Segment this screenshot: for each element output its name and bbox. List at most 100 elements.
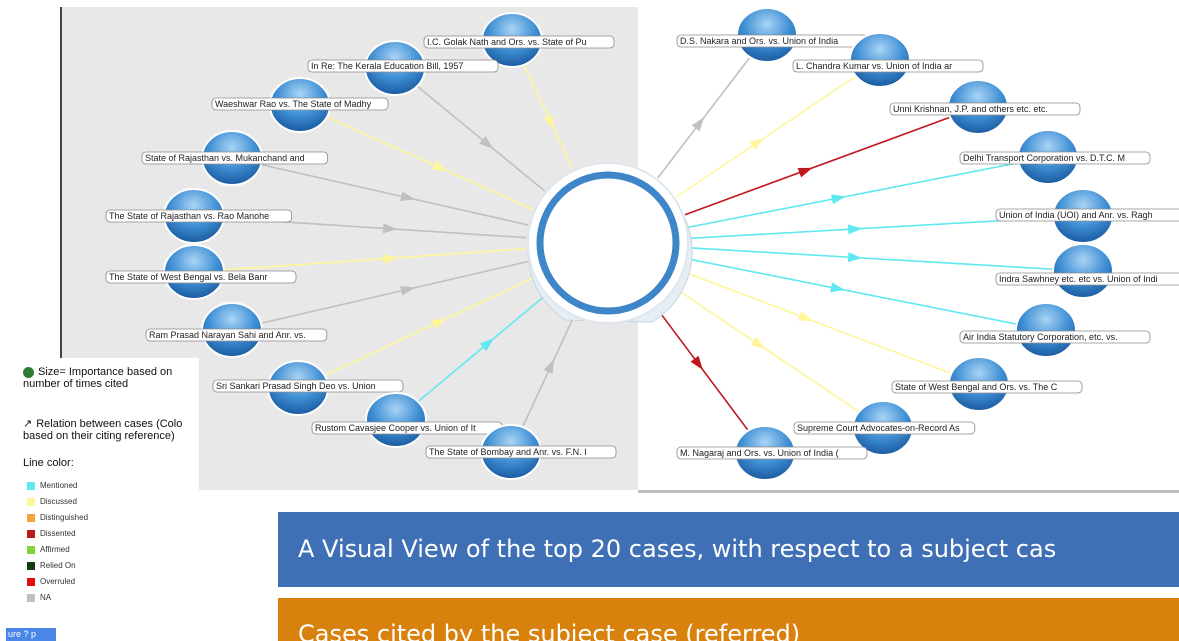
arrowhead-icon	[749, 138, 765, 151]
arrowhead-icon	[750, 336, 766, 349]
citing-edge[interactable]	[675, 74, 858, 198]
arrowhead-icon	[691, 117, 705, 132]
cited-edge[interactable]	[522, 317, 575, 427]
cited-case-node[interactable]: I.C. Golak Nath and Ors. vs. State of Pu	[423, 12, 615, 68]
citing-edge[interactable]	[684, 271, 954, 375]
case-label: Union of India (UOI) and Anr. vs. Ragh	[999, 210, 1153, 220]
cited-edge[interactable]	[259, 260, 529, 325]
legend-item-label: NA	[40, 593, 52, 602]
cited-case-node[interactable]: The State of West Bengal vs. Bela Banr	[105, 244, 297, 300]
cited-edge[interactable]	[259, 163, 529, 226]
arrowhead-icon	[847, 224, 863, 235]
arrow-pointer-icon: ↗	[23, 418, 33, 430]
legend-line-color-title: Line color:	[23, 457, 74, 469]
arrowhead-icon	[797, 167, 813, 178]
case-label: M. Nagaraj and Ors. vs. Union of India (	[680, 448, 839, 458]
case-label: Unni Krishnan, J.P. and others etc. etc.	[893, 104, 1048, 114]
arrowhead-icon	[543, 359, 555, 375]
cited-edge[interactable]	[523, 64, 574, 170]
cited-edge[interactable]	[323, 277, 535, 377]
cited-case-node[interactable]: State of Rajasthan vs. Mukanchand and	[141, 130, 329, 186]
arrowhead-icon	[400, 191, 415, 202]
case-label: L. Chandra Kumar vs. Union of India ar	[796, 61, 952, 71]
legend-item-label: Mentioned	[40, 481, 78, 490]
case-label: The State of Bombay and Anr. vs. F.N. I	[429, 447, 587, 457]
legend-swatch	[27, 497, 35, 506]
cited-edge[interactable]	[416, 294, 546, 403]
arrowhead-icon	[431, 318, 447, 330]
cited-edge[interactable]	[416, 85, 546, 192]
size-dot-icon	[23, 366, 34, 378]
arrowhead-icon	[543, 114, 555, 130]
legend-swatch	[27, 577, 35, 586]
arrowhead-icon	[382, 253, 398, 264]
case-label: The State of Rajasthan vs. Rao Manohe	[109, 211, 269, 221]
legend-item: Distinguished	[27, 512, 88, 524]
legend-size-note: Size= Importance based on number of time…	[23, 366, 173, 390]
arrowhead-icon	[847, 252, 863, 263]
case-label: In Re: The Kerala Education Bill, 1957	[311, 61, 463, 71]
cited-edge[interactable]	[221, 247, 527, 271]
case-label: The State of West Bengal vs. Bela Banr	[109, 272, 267, 282]
cited-case-node[interactable]: Waeshwar Rao vs. The State of Madhy	[211, 77, 389, 133]
cited-case-node[interactable]: Ram Prasad Narayan Sahi and Anr. vs.	[145, 302, 328, 358]
case-label: Air India Statutory Corporation, etc. vs…	[963, 332, 1118, 342]
arrowhead-icon	[400, 285, 415, 296]
arrowhead-icon	[382, 223, 398, 234]
arrowhead-icon	[432, 160, 448, 171]
case-label: D.S. Nakara and Ors. vs. Union of India	[680, 36, 838, 46]
legend-swatch	[27, 513, 35, 522]
visual-view-banner: A Visual View of the top 20 cases, with …	[278, 512, 1179, 587]
case-label: I.C. Golak Nath and Ors. vs. State of Pu	[427, 37, 587, 47]
case-label: Rustom Cavasjee Cooper vs. Union of It	[315, 423, 476, 433]
case-label: Waeshwar Rao vs. The State of Madhy	[215, 99, 372, 109]
case-label: Supreme Court Advocates-on-Record As	[797, 423, 960, 433]
arrowhead-icon	[479, 135, 494, 149]
legend: Size= Importance based on number of time…	[19, 358, 199, 628]
citing-case-node[interactable]: State of West Bengal and Ors. vs. The C	[891, 356, 1083, 412]
case-label: State of Rajasthan vs. Mukanchand and	[145, 153, 305, 163]
legend-item: Mentioned	[27, 480, 77, 492]
citing-case-node[interactable]: Air India Statutory Corporation, etc. vs…	[959, 302, 1151, 358]
legend-item-label: Discussed	[40, 497, 77, 506]
citing-case-node[interactable]: Indra Sawhney etc. etc vs. Union of Indi	[995, 243, 1179, 299]
cited-case-node[interactable]: In Re: The Kerala Education Bill, 1957	[307, 40, 499, 96]
legend-swatch	[27, 545, 35, 554]
legend-item: Discussed	[27, 496, 77, 508]
legend-item: Overruled	[27, 576, 75, 588]
citing-edge[interactable]	[684, 115, 952, 216]
legend-item: Affirmed	[27, 544, 70, 556]
citing-case-node[interactable]: Unni Krishnan, J.P. and others etc. etc.	[889, 79, 1081, 135]
cited-edge[interactable]	[325, 115, 534, 211]
legend-item: NA	[27, 592, 51, 604]
legend-item-label: Affirmed	[40, 545, 70, 554]
arrowhead-icon	[690, 355, 703, 370]
case-label: Ram Prasad Narayan Sahi and Anr. vs.	[149, 330, 306, 340]
case-label: Indra Sawhney etc. etc vs. Union of Indi	[999, 274, 1158, 284]
citing-case-node[interactable]: Delhi Transport Corporation vs. D.T.C. M	[959, 129, 1151, 185]
citing-edge[interactable]	[689, 247, 1056, 271]
citing-edge[interactable]	[657, 56, 751, 179]
arrowhead-icon	[831, 194, 846, 205]
legend-item-label: Overruled	[40, 577, 76, 586]
legend-swatch	[27, 593, 35, 602]
corner-tag[interactable]: ure ? p	[6, 628, 56, 641]
cited-case-node[interactable]: Rustom Cavasjee Cooper vs. Union of It	[311, 392, 503, 448]
legend-item-label: Distinguished	[40, 513, 89, 522]
case-label: State of West Bengal and Ors. vs. The C	[895, 382, 1058, 392]
citing-case-node[interactable]: Union of India (UOI) and Anr. vs. Ragh	[995, 188, 1179, 244]
citing-case-node[interactable]: D.S. Nakara and Ors. vs. Union of India	[676, 7, 868, 63]
case-node-bubble	[1052, 243, 1114, 299]
cases-cited-banner[interactable]: Cases cited by the subject case (referre…	[278, 598, 1179, 641]
subject-case-node[interactable]: Minerva Mills Ltd. and Ors. vs. Union of I…	[527, 162, 693, 324]
cited-case-node[interactable]: The State of Rajasthan vs. Rao Manohe	[105, 188, 293, 244]
case-label: Delhi Transport Corporation vs. D.T.C. M	[963, 153, 1125, 163]
citing-edge[interactable]	[656, 308, 749, 432]
case-node-bubble	[1015, 302, 1077, 358]
legend-item: Dissented	[27, 528, 76, 540]
citing-edge[interactable]	[675, 288, 861, 414]
legend-item-label: Relied On	[40, 561, 76, 570]
legend-item: Relied On	[27, 560, 76, 572]
legend-item-label: Dissented	[40, 529, 76, 538]
legend-swatch	[27, 561, 35, 570]
